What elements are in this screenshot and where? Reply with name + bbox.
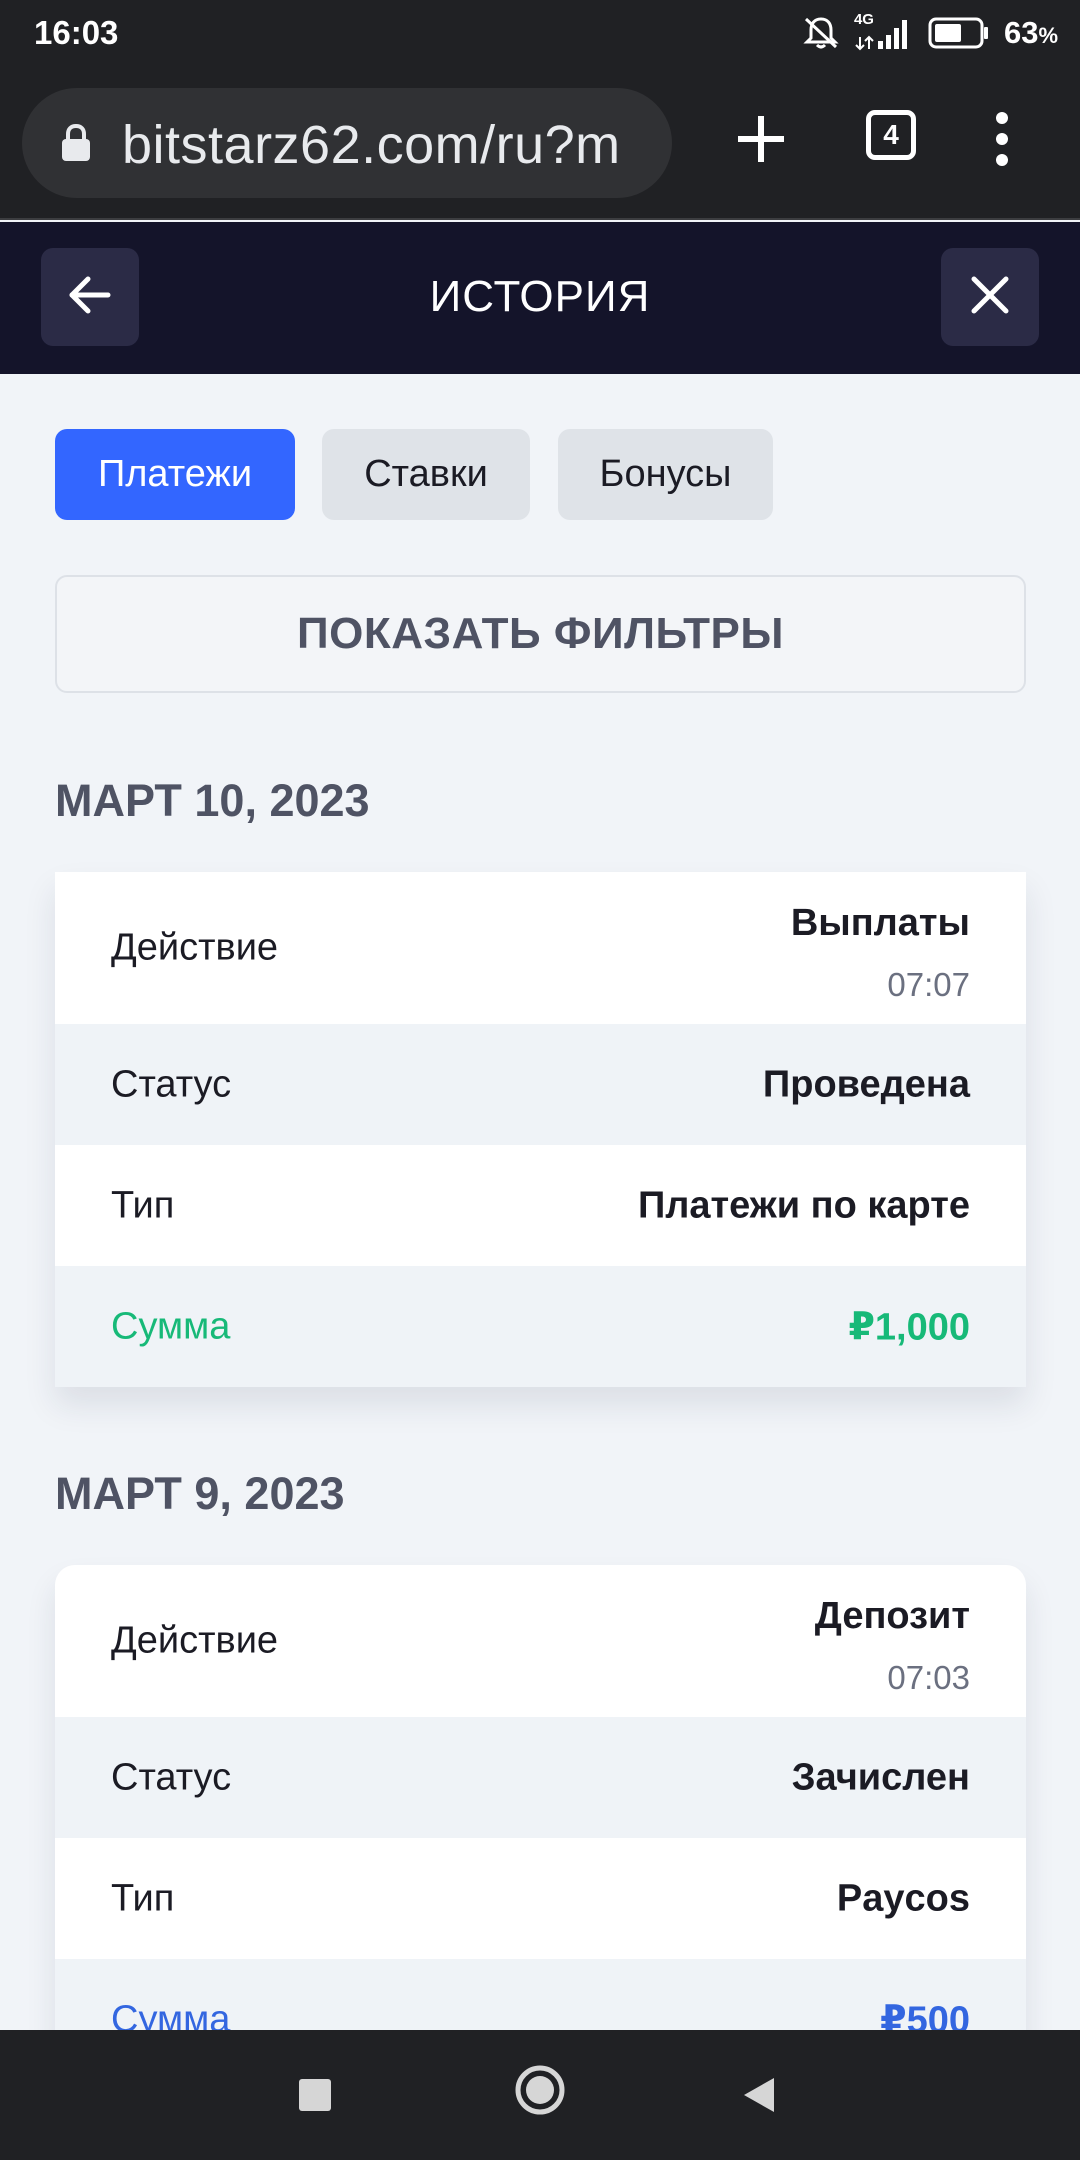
action-value: Выплаты — [790, 902, 970, 944]
signal-icon: 4G — [854, 11, 914, 51]
lock-icon — [60, 123, 92, 167]
mute-icon — [802, 15, 840, 51]
battery-percent: 63% — [1003, 15, 1058, 50]
action-value: Депозит — [814, 1595, 970, 1637]
tab-payments[interactable]: Платежи — [55, 429, 295, 520]
system-nav-bar — [0, 2030, 1080, 2160]
action-time: 07:07 — [887, 966, 970, 1003]
tab-bets[interactable]: Ставки — [322, 429, 530, 520]
close-icon — [968, 273, 1012, 322]
status-bar: 16:03 4G 63% — [0, 0, 1080, 66]
amount-row: Сумма ₽1,000 — [55, 1266, 1026, 1387]
date-heading: МАРТ 9, 2023 — [55, 1468, 345, 1519]
more-vertical-icon[interactable] — [990, 106, 1014, 177]
page-title: ИСТОРИЯ — [429, 272, 651, 321]
type-value: Платежи по карте — [637, 1184, 970, 1226]
type-label: Тип — [111, 1184, 175, 1226]
action-label: Действие — [111, 926, 279, 969]
amount-value: ₽1,000 — [848, 1306, 970, 1348]
status-label: Статус — [111, 1756, 232, 1798]
status-icons: 4G 63% — [802, 11, 1058, 54]
transaction-card: Действие Депозит 07:03 Статус Зачислен Т… — [55, 1565, 1026, 2080]
network-type: 4G — [853, 11, 874, 28]
tabs-icon[interactable]: 4 — [866, 110, 916, 160]
new-tab-plus-icon[interactable] — [728, 106, 794, 177]
tab-bonuses[interactable]: Бонусы — [558, 429, 773, 520]
type-row: Тип Платежи по карте — [55, 1145, 1026, 1266]
transaction-card: Действие Выплаты 07:07 Статус Проведена … — [55, 872, 1026, 1387]
status-value: Зачислен — [791, 1756, 970, 1798]
status-label: Статус — [111, 1063, 232, 1105]
amount-label: Сумма — [111, 1305, 231, 1347]
action-row: Действие Депозит 07:03 — [55, 1565, 1026, 1717]
date-heading: МАРТ 10, 2023 — [55, 775, 370, 826]
close-button[interactable] — [941, 248, 1039, 346]
status-row: Статус Проведена — [55, 1024, 1026, 1145]
browser-toolbar: bitstarz62.com/ru?m 4 — [0, 66, 1080, 220]
home-circle-icon[interactable] — [514, 2064, 566, 2121]
back-triangle-icon[interactable] — [742, 2076, 776, 2119]
action-time: 07:03 — [887, 1659, 970, 1696]
type-label: Тип — [111, 1877, 175, 1919]
app-header: ИСТОРИЯ — [0, 222, 1080, 374]
action-row: Действие Выплаты 07:07 — [55, 872, 1026, 1024]
status-value: Проведена — [762, 1063, 970, 1105]
type-value: Paycos — [836, 1877, 970, 1919]
tab-count: 4 — [883, 119, 899, 150]
address-bar[interactable]: bitstarz62.com/ru?m — [22, 88, 672, 198]
url-text: bitstarz62.com/ru?m — [122, 115, 621, 175]
action-label: Действие — [111, 1619, 279, 1662]
status-time: 16:03 — [34, 14, 119, 51]
recents-square-icon[interactable] — [298, 2078, 332, 2117]
type-row: Тип Paycos — [55, 1838, 1026, 1959]
battery-icon — [928, 16, 990, 50]
status-row: Статус Зачислен — [55, 1717, 1026, 1838]
show-filters-button[interactable]: ПОКАЗАТЬ ФИЛЬТРЫ — [55, 575, 1026, 693]
